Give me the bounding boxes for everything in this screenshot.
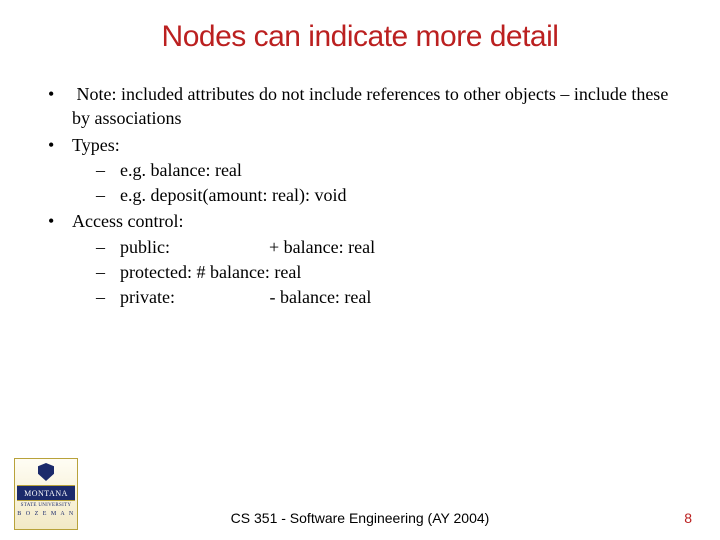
sub-bullet-text: protected: # balance: real	[120, 260, 672, 284]
bullet-item: • Access control: – public: + balance: r…	[48, 209, 672, 309]
sub-bullet-text: e.g. balance: real	[120, 158, 672, 182]
sub-bullet-marker: –	[96, 158, 120, 182]
bullet-text: Types:	[72, 133, 672, 157]
sub-bullet: – public: + balance: real	[72, 235, 672, 259]
sub-bullet-text: e.g. deposit(amount: real): void	[120, 183, 672, 207]
slide-title: Nodes can indicate more detail	[0, 20, 720, 54]
sub-bullet-marker: –	[96, 235, 120, 259]
sub-bullet-text: private: - balance: real	[120, 285, 672, 309]
sub-bullet: – private: - balance: real	[72, 285, 672, 309]
bullet-item: • Note: included attributes do not inclu…	[48, 82, 672, 131]
slide-footer: CS 351 - Software Engineering (AY 2004) …	[0, 510, 720, 526]
sub-bullet: – e.g. deposit(amount: real): void	[72, 183, 672, 207]
bullet-text: Note: included attributes do not include…	[72, 82, 672, 131]
sub-bullet-text: public: + balance: real	[120, 235, 672, 259]
logo-subtitle: STATE UNIVERSITY	[21, 503, 72, 508]
sub-bullet: – protected: # balance: real	[72, 260, 672, 284]
shield-icon	[38, 463, 54, 481]
page-number: 8	[684, 510, 692, 526]
bullet-marker: •	[48, 82, 72, 131]
sub-bullet-marker: –	[96, 260, 120, 284]
bullet-item: • Types: – e.g. balance: real – e.g. dep…	[48, 133, 672, 208]
slide-content: • Note: included attributes do not inclu…	[48, 82, 672, 312]
sub-bullet-marker: –	[96, 285, 120, 309]
sub-bullet: – e.g. balance: real	[72, 158, 672, 182]
bullet-marker: •	[48, 209, 72, 309]
footer-text: CS 351 - Software Engineering (AY 2004)	[0, 510, 720, 526]
bullet-marker: •	[48, 133, 72, 208]
sub-bullet-marker: –	[96, 183, 120, 207]
bullet-text: Access control:	[72, 209, 672, 233]
logo-band: MONTANA	[17, 485, 75, 501]
